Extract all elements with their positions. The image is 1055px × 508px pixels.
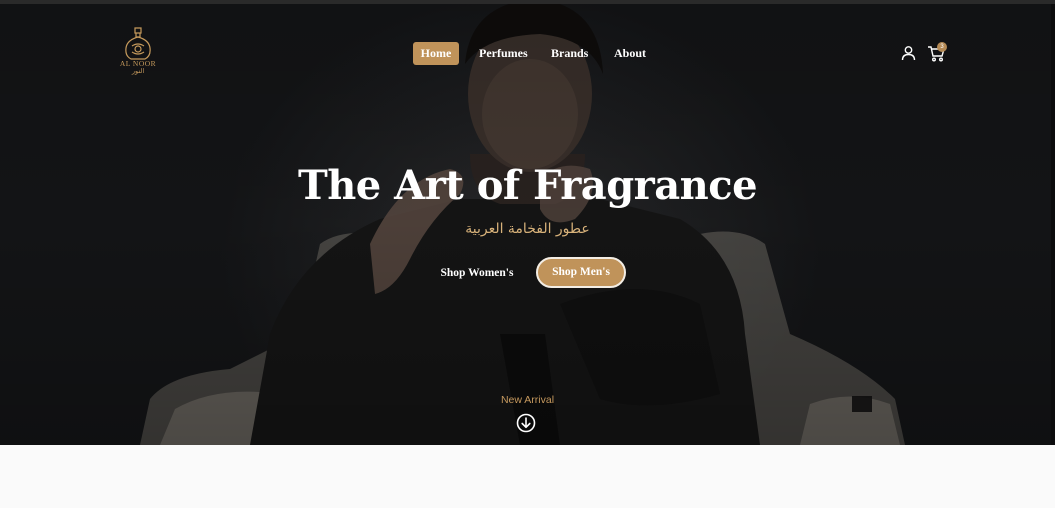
new-arrival-label[interactable]: New Arrival [0, 394, 1055, 406]
main-navigation: AL NOOR النور Home Perfumes Brands About… [0, 4, 1055, 99]
nav-item-about[interactable]: About [614, 42, 646, 65]
arrow-down-circle-icon[interactable] [516, 413, 536, 433]
hero-title: The Art of Fragrance [297, 162, 758, 209]
nav-menu: Home Perfumes Brands About [413, 42, 646, 65]
window-top-edge [0, 0, 1055, 4]
brand-name-arabic: النور [131, 68, 145, 75]
shop-men-button[interactable]: Shop Men's [536, 257, 626, 288]
user-icon[interactable] [901, 45, 916, 61]
content-area [0, 445, 1055, 508]
nav-item-brands[interactable]: Brands [551, 42, 588, 65]
shop-women-button[interactable]: Shop Women's [432, 262, 522, 284]
brand-logo-text: AL NOOR النور [112, 59, 164, 75]
hero-subtitle: عطور الفخامة العربية [465, 221, 590, 237]
cart-count-badge: 3 [937, 42, 947, 52]
nav-item-perfumes[interactable]: Perfumes [479, 42, 528, 65]
nav-item-home[interactable]: Home [413, 42, 459, 65]
hero-section: AL NOOR النور Home Perfumes Brands About… [0, 4, 1055, 445]
